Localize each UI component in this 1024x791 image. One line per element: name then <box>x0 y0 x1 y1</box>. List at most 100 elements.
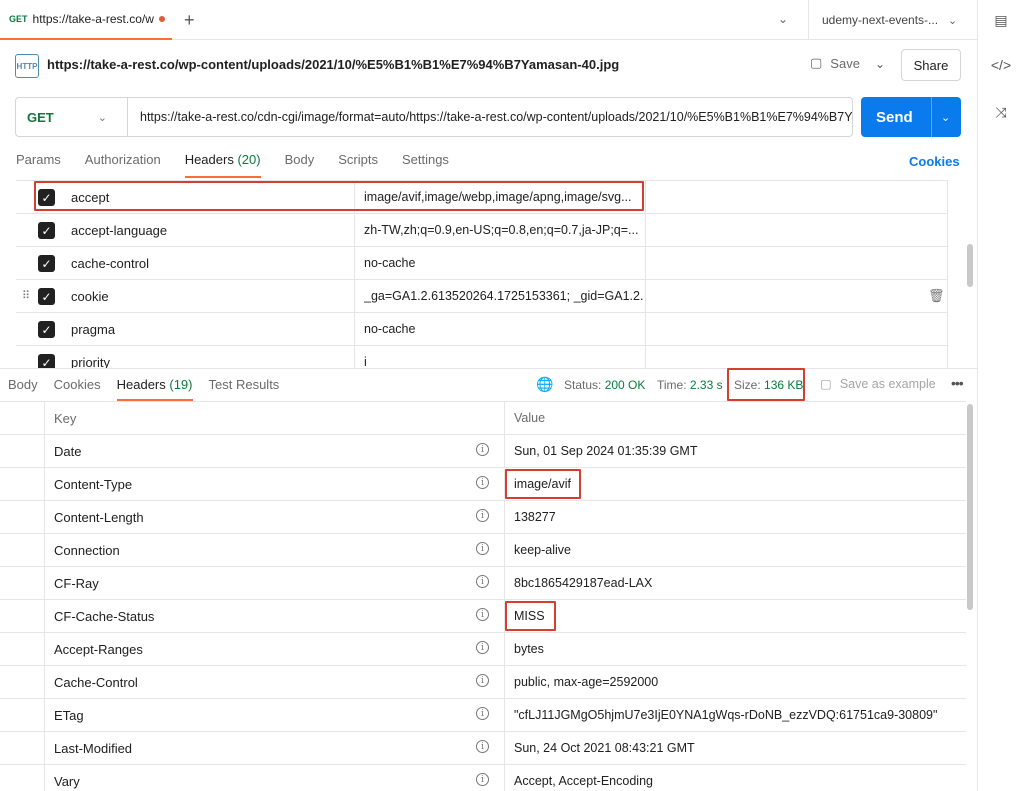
tab-response-cookies[interactable]: Cookies <box>54 377 101 401</box>
column-divider <box>44 534 45 567</box>
info-icon[interactable]: i <box>476 542 489 555</box>
cookies-link[interactable]: Cookies <box>909 154 960 169</box>
table-row: ⠿ ✓ cookie _ga=GA1.2.613520264.172515336… <box>16 280 948 313</box>
environment-selector[interactable]: udemy-next-events-... ⌄ <box>808 0 977 40</box>
trash-icon[interactable]: 🗑 <box>928 288 945 304</box>
tab-headers-label: Headers <box>184 152 234 167</box>
table-row: Date i Sun, 01 Sep 2024 01:35:39 GMT <box>0 435 966 468</box>
column-divider <box>44 765 45 791</box>
response-header-key: Content-Type <box>54 477 133 492</box>
status-value: 200 OK <box>604 378 646 392</box>
info-icon[interactable]: i <box>476 575 489 588</box>
tab-scripts[interactable]: Scripts <box>338 152 378 178</box>
save-as-example-button[interactable]: ▢ Save as example <box>820 376 936 392</box>
drag-handle-icon[interactable]: ⠿ <box>22 289 30 302</box>
key-column-header: Key <box>54 411 77 426</box>
url-input[interactable]: https://take-a-rest.co/cdn-cgi/image/for… <box>128 110 852 124</box>
method-select[interactable]: GET ⌄ <box>16 98 128 136</box>
tab-headers[interactable]: Headers (20) <box>184 152 261 178</box>
response-header-value: Sun, 01 Sep 2024 01:35:39 GMT <box>514 444 698 458</box>
header-key[interactable]: accept-language <box>71 223 167 238</box>
tab-settings[interactable]: Settings <box>402 152 449 178</box>
column-divider <box>645 214 646 247</box>
response-status[interactable]: Status: 200 OK <box>564 378 645 392</box>
save-button[interactable]: ▢ Save <box>810 55 860 71</box>
response-header-key: Cache-Control <box>54 675 138 690</box>
request-tab[interactable]: GET https://take-a-rest.co/w <box>0 0 172 40</box>
save-as-example-label: Save as example <box>839 376 936 391</box>
tab-body[interactable]: Body <box>285 152 315 178</box>
column-divider <box>44 666 45 699</box>
tab-response-headers[interactable]: Headers (19) <box>116 377 193 401</box>
send-dropdown-chevron-icon[interactable]: ⌄ <box>931 97 950 137</box>
row-checkbox[interactable]: ✓ <box>38 255 55 272</box>
request-title[interactable]: https://take-a-rest.co/wp-content/upload… <box>47 57 619 72</box>
table-row: Last-Modified i Sun, 24 Oct 2021 08:43:2… <box>0 732 966 765</box>
response-header-key: Content-Length <box>54 510 144 525</box>
tabs-dropdown-chevron-icon[interactable]: ⌄ <box>778 12 788 26</box>
column-divider <box>44 567 45 600</box>
info-icon[interactable]: i <box>476 476 489 489</box>
row-checkbox[interactable]: ✓ <box>38 222 55 239</box>
header-key[interactable]: pragma <box>71 322 115 337</box>
tab-url: https://take-a-rest.co/w <box>32 12 154 26</box>
table-row: Vary i Accept, Accept-Encoding <box>0 765 966 791</box>
info-icon[interactable]: i <box>476 674 489 687</box>
http-request-icon: HTTP <box>15 54 39 78</box>
table-row: Accept-Ranges i bytes <box>0 633 966 666</box>
response-header-key: Connection <box>54 543 120 558</box>
column-divider <box>44 402 45 435</box>
response-table-scrollbar[interactable] <box>967 404 973 610</box>
header-value[interactable]: i <box>364 355 644 368</box>
save-dropdown-chevron-icon[interactable]: ⌄ <box>875 57 885 71</box>
row-checkbox[interactable]: ✓ <box>38 321 55 338</box>
tab-response-body[interactable]: Body <box>8 377 38 401</box>
info-icon[interactable]: i <box>476 509 489 522</box>
request-table-scrollbar[interactable] <box>967 244 973 287</box>
chevron-down-icon: ⌄ <box>948 14 958 27</box>
info-icon[interactable]: i <box>476 707 489 720</box>
info-icon[interactable]: i <box>476 443 489 456</box>
row-checkbox[interactable]: ✓ <box>38 354 55 368</box>
column-divider <box>504 534 505 567</box>
method-value: GET <box>27 109 54 125</box>
info-icon[interactable]: i <box>476 608 489 621</box>
info-icon[interactable]: i <box>476 740 489 753</box>
info-icon[interactable]: i <box>476 773 489 786</box>
environment-quick-look-icon[interactable]: ▤ <box>990 12 1012 29</box>
tab-test-results[interactable]: Test Results <box>209 377 280 401</box>
send-button[interactable]: Send ⌄ <box>861 97 961 137</box>
column-divider <box>645 346 646 368</box>
header-key[interactable]: cookie <box>71 289 109 304</box>
status-label: Status: <box>564 378 602 392</box>
header-value[interactable]: zh-TW,zh;q=0.9,en-US;q=0.8,en;q=0.7,ja-J… <box>364 223 644 237</box>
column-divider <box>504 567 505 600</box>
header-value[interactable]: no-cache <box>364 322 644 336</box>
column-divider <box>947 214 948 247</box>
header-value[interactable]: no-cache <box>364 256 644 270</box>
column-divider <box>504 435 505 468</box>
network-globe-icon[interactable]: 🌐 <box>536 376 553 393</box>
related-collections-icon[interactable]: ⤨ <box>990 104 1012 121</box>
tab-params[interactable]: Params <box>16 152 61 178</box>
save-icon: ▢ <box>820 377 832 391</box>
tab-authorization[interactable]: Authorization <box>85 152 161 178</box>
code-icon[interactable]: </> <box>990 57 1012 73</box>
response-headers-table: Key Value Date i Sun, 01 Sep 2024 01:35:… <box>0 401 966 791</box>
column-divider <box>947 280 948 313</box>
header-key[interactable]: priority <box>71 355 110 368</box>
more-options-icon[interactable]: ••• <box>951 375 964 391</box>
share-button[interactable]: Share <box>901 49 961 81</box>
header-value[interactable]: _ga=GA1.2.613520264.1725153361; _gid=GA1… <box>364 289 644 303</box>
table-header-row: Key Value <box>0 402 966 435</box>
column-divider <box>44 468 45 501</box>
new-tab-plus-icon[interactable]: + <box>184 10 195 31</box>
header-key[interactable]: cache-control <box>71 256 149 271</box>
highlight-box-content-type <box>505 469 581 499</box>
response-header-value: keep-alive <box>514 543 571 557</box>
column-divider <box>504 765 505 791</box>
highlight-box-accept-header <box>34 181 644 211</box>
response-time[interactable]: Time: 2.33 s <box>657 378 723 392</box>
info-icon[interactable]: i <box>476 641 489 654</box>
row-checkbox[interactable]: ✓ <box>38 288 55 305</box>
